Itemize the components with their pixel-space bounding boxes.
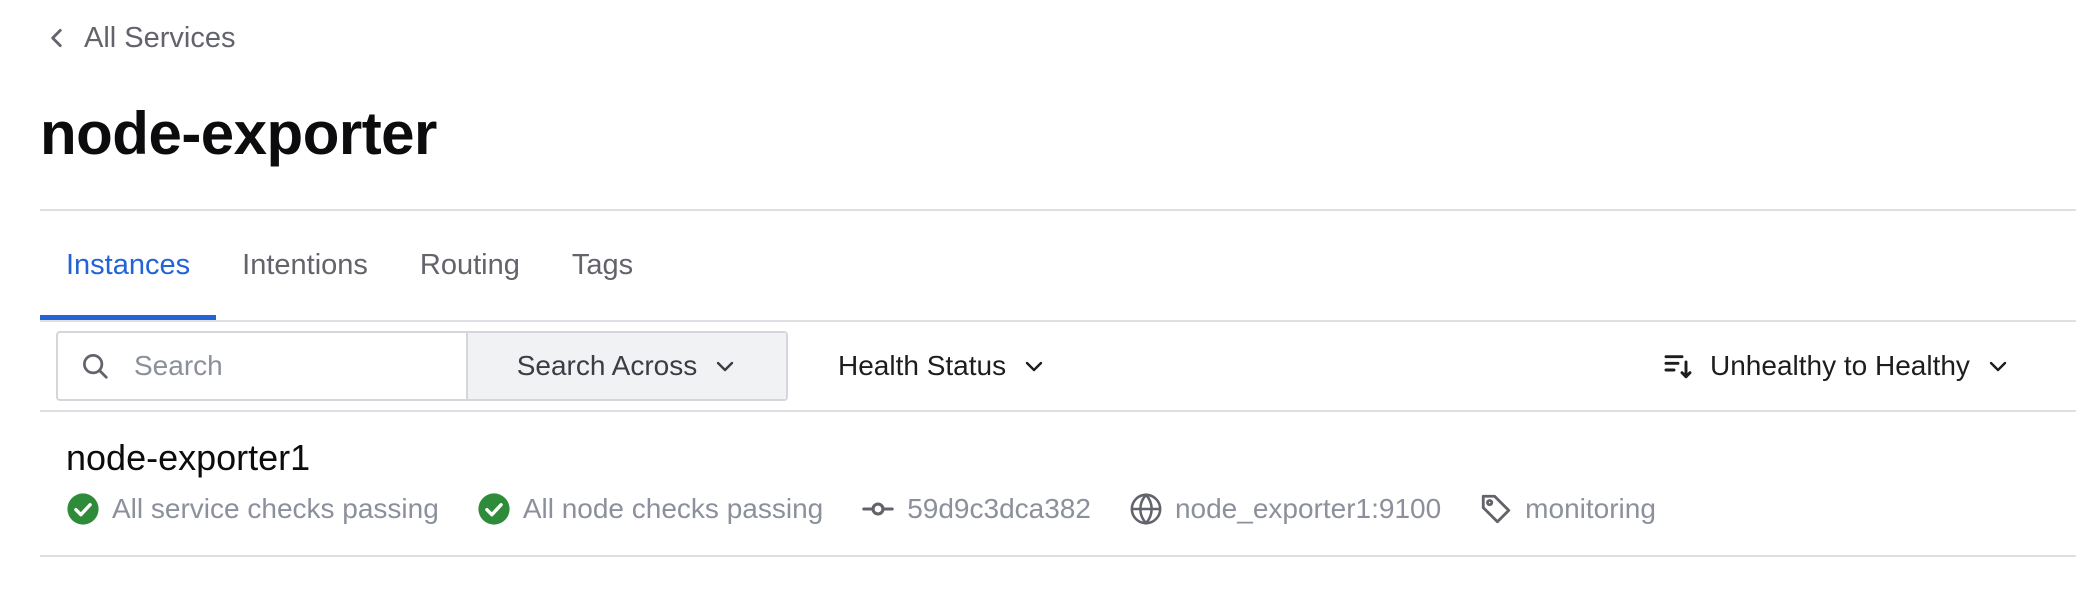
tab-tags[interactable]: Tags: [546, 210, 659, 321]
git-commit-icon: [862, 502, 894, 516]
toolbar-divider: [40, 410, 2076, 412]
instance-meta: All service checks passing All node chec…: [66, 489, 1694, 529]
search-across-dropdown[interactable]: Search Across: [466, 333, 786, 399]
node-id-label: 59d9c3dca382: [907, 493, 1091, 524]
chevron-down-icon: [717, 361, 734, 372]
breadcrumb-label: All Services: [84, 21, 236, 54]
chevron-down-icon: [1989, 361, 2007, 372]
instance-divider: [40, 555, 2076, 557]
check-circle-icon: [478, 493, 510, 525]
instance-name[interactable]: node-exporter1: [66, 432, 310, 484]
back-to-all-services-link[interactable]: All Services: [44, 18, 236, 58]
check-circle-icon: [67, 493, 99, 525]
tab-instances[interactable]: Instances: [40, 210, 217, 321]
node-checks-label: All node checks passing: [522, 493, 824, 524]
search-icon: [83, 354, 108, 379]
search-group: Search Across: [56, 331, 788, 401]
instance-tag: monitoring: [1479, 492, 1656, 526]
node-checks-status: All node checks passing: [477, 492, 823, 526]
tag-label: monitoring: [1525, 493, 1656, 524]
node-id: 59d9c3dca382: [861, 492, 1091, 526]
search-across-label: Search Across: [516, 350, 698, 381]
service-checks-label: All service checks passing: [112, 493, 439, 524]
sort-dropdown[interactable]: Unhealthy to Healthy: [1662, 331, 2010, 401]
tab-intentions[interactable]: Intentions: [216, 210, 394, 321]
search-input[interactable]: [132, 349, 436, 383]
instance-row[interactable]: node-exporter1: [66, 432, 310, 484]
tab-routing[interactable]: Routing: [394, 210, 546, 321]
tab-bar: Instances Intentions Routing Tags: [40, 210, 659, 321]
address-label: node_exporter1:9100: [1174, 493, 1442, 524]
sort-label: Unhealthy to Healthy: [1710, 350, 1970, 381]
instance-address: node_exporter1:9100: [1129, 492, 1441, 526]
search-field: [58, 333, 466, 399]
chevron-down-icon: [1025, 361, 1043, 372]
tabs-divider: [40, 320, 2076, 322]
service-checks-status: All service checks passing: [66, 492, 439, 526]
sort-icon: [1664, 355, 1692, 379]
tag-icon: [1482, 494, 1511, 524]
health-status-label: Health Status: [838, 350, 1007, 381]
chevron-left-icon: [51, 29, 62, 47]
health-status-dropdown[interactable]: Health Status: [838, 331, 1046, 401]
globe-icon: [1130, 492, 1162, 526]
page-title: node-exporter: [40, 100, 437, 167]
